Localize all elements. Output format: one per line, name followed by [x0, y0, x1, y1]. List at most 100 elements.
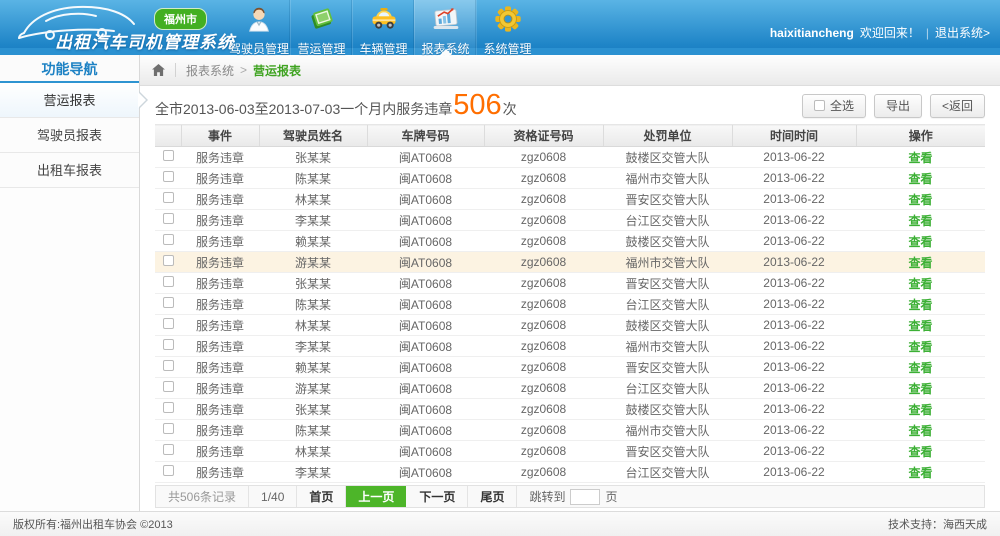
logout-link[interactable]: 退出系统> — [935, 24, 990, 41]
date-cell: 2013-06-22 — [732, 168, 856, 189]
breadcrumb-section[interactable]: 报表系统 — [186, 62, 234, 79]
row-checkbox[interactable] — [163, 360, 174, 371]
event-cell: 服务违章 — [181, 252, 259, 273]
cert-cell: zgz0608 — [484, 315, 603, 336]
row-checkbox[interactable] — [163, 381, 174, 392]
jump-to-page: 跳转到 页 — [517, 486, 629, 507]
view-link[interactable]: 查看 — [908, 256, 932, 270]
view-link[interactable]: 查看 — [908, 277, 932, 291]
select-all-checkbox[interactable] — [814, 100, 825, 111]
table-row: 服务违章游某某闽AT0608zgz0608台江区交管大队2013-06-22查看 — [155, 378, 985, 399]
view-link[interactable]: 查看 — [908, 361, 932, 375]
view-link[interactable]: 查看 — [908, 319, 932, 333]
table-row: 服务违章游某某闽AT0608zgz0608福州市交管大队2013-06-22查看 — [155, 252, 985, 273]
app-header: 出租汽车司机管理系统 福州市 驾驶员管理 — [0, 0, 1000, 55]
table-row: 服务违章陈某某闽AT0608zgz0608福州市交管大队2013-06-22查看 — [155, 168, 985, 189]
table-row: 服务违章李某某闽AT0608zgz0608台江区交管大队2013-06-22查看 — [155, 210, 985, 231]
row-checkbox-cell — [155, 336, 181, 357]
row-checkbox-cell — [155, 462, 181, 483]
row-checkbox[interactable] — [163, 192, 174, 203]
event-cell: 服务违章 — [181, 336, 259, 357]
nav-item-driver-mgmt[interactable]: 驾驶员管理 — [228, 0, 290, 55]
nav-item-report-system[interactable]: 报表系统 — [414, 0, 476, 55]
row-checkbox[interactable] — [163, 402, 174, 413]
row-checkbox-cell — [155, 210, 181, 231]
row-checkbox-cell — [155, 315, 181, 336]
row-checkbox[interactable] — [163, 213, 174, 224]
operation-cell: 查看 — [856, 294, 985, 315]
row-checkbox[interactable] — [163, 150, 174, 161]
driver-cell: 李某某 — [259, 462, 367, 483]
view-link[interactable]: 查看 — [908, 445, 932, 459]
driver-cell: 赖某某 — [259, 231, 367, 252]
support-text: 技术支持：海西天成 — [888, 516, 987, 532]
col-driver-name: 驾驶员姓名 — [259, 125, 367, 147]
sidebar-item-driver-report[interactable]: 驾驶员报表 — [0, 118, 139, 153]
date-cell: 2013-06-22 — [732, 273, 856, 294]
view-link[interactable]: 查看 — [908, 340, 932, 354]
date-cell: 2013-06-22 — [732, 147, 856, 168]
export-button[interactable]: 导出 — [874, 94, 922, 118]
sidebar-item-taxi-report[interactable]: 出租车报表 — [0, 153, 139, 188]
next-page-button[interactable]: 下一页 — [407, 486, 468, 507]
nav-item-operations-mgmt[interactable]: 营运管理 — [290, 0, 352, 55]
row-checkbox[interactable] — [163, 318, 174, 329]
select-all-button[interactable]: 全选 — [802, 94, 866, 118]
taxi-icon — [369, 4, 399, 39]
view-link[interactable]: 查看 — [908, 424, 932, 438]
prev-page-button[interactable]: 上一页 — [346, 486, 406, 507]
last-page-button[interactable]: 尾页 — [468, 486, 517, 507]
nav-item-vehicle-mgmt[interactable]: 车辆管理 — [352, 0, 414, 55]
row-checkbox[interactable] — [163, 297, 174, 308]
date-cell: 2013-06-22 — [732, 336, 856, 357]
jump-page-input[interactable] — [570, 489, 600, 505]
violation-count: 506 — [453, 91, 501, 120]
violations-table: 事件 驾驶员姓名 车牌号码 资格证号码 处罚单位 时间时间 操作 服务违章张某某… — [155, 124, 985, 483]
title-row: 全市2013-06-03至2013-07-03一个月内服务违章 506 次 全选… — [140, 86, 1000, 124]
row-checkbox-cell — [155, 420, 181, 441]
date-cell: 2013-06-22 — [732, 189, 856, 210]
first-page-button[interactable]: 首页 — [297, 486, 346, 507]
back-button[interactable]: <返回 — [930, 94, 985, 118]
nav-label: 系统管理 — [483, 40, 531, 57]
date-cell: 2013-06-22 — [732, 294, 856, 315]
row-checkbox[interactable] — [163, 423, 174, 434]
home-icon[interactable] — [152, 64, 165, 76]
divider: | — [926, 26, 929, 40]
row-checkbox[interactable] — [163, 276, 174, 287]
nav-label: 车辆管理 — [359, 40, 407, 57]
view-link[interactable]: 查看 — [908, 151, 932, 165]
unit-cell: 鼓楼区交管大队 — [603, 147, 732, 168]
cert-cell: zgz0608 — [484, 420, 603, 441]
col-operation: 操作 — [856, 125, 985, 147]
unit-cell: 福州市交管大队 — [603, 168, 732, 189]
row-checkbox[interactable] — [163, 234, 174, 245]
driver-cell: 林某某 — [259, 189, 367, 210]
view-link[interactable]: 查看 — [908, 172, 932, 186]
user-info: haixitiancheng 欢迎回来！ | 退出系统> — [770, 24, 990, 41]
gear-icon — [493, 4, 523, 39]
nav-item-system-mgmt[interactable]: 系统管理 — [476, 0, 538, 55]
operation-cell: 查看 — [856, 441, 985, 462]
main-area: 功能导航 营运报表 驾驶员报表 出租车报表 报表系统 > 营运报表 全市2013… — [0, 55, 1000, 511]
view-link[interactable]: 查看 — [908, 235, 932, 249]
unit-cell: 福州市交管大队 — [603, 252, 732, 273]
view-link[interactable]: 查看 — [908, 403, 932, 417]
view-link[interactable]: 查看 — [908, 298, 932, 312]
view-link[interactable]: 查看 — [908, 214, 932, 228]
row-checkbox[interactable] — [163, 465, 174, 476]
cert-cell: zgz0608 — [484, 357, 603, 378]
cert-cell: zgz0608 — [484, 378, 603, 399]
row-checkbox[interactable] — [163, 339, 174, 350]
row-checkbox[interactable] — [163, 444, 174, 455]
nav-label: 报表系统 — [421, 40, 469, 57]
view-link[interactable]: 查看 — [908, 382, 932, 396]
view-link[interactable]: 查看 — [908, 193, 932, 207]
row-checkbox[interactable] — [163, 171, 174, 182]
sidebar-item-operations-report[interactable]: 营运报表 — [0, 83, 139, 118]
cert-cell: zgz0608 — [484, 189, 603, 210]
row-checkbox[interactable] — [163, 255, 174, 266]
cert-cell: zgz0608 — [484, 441, 603, 462]
view-link[interactable]: 查看 — [908, 466, 932, 480]
plate-cell: 闽AT0608 — [367, 273, 484, 294]
